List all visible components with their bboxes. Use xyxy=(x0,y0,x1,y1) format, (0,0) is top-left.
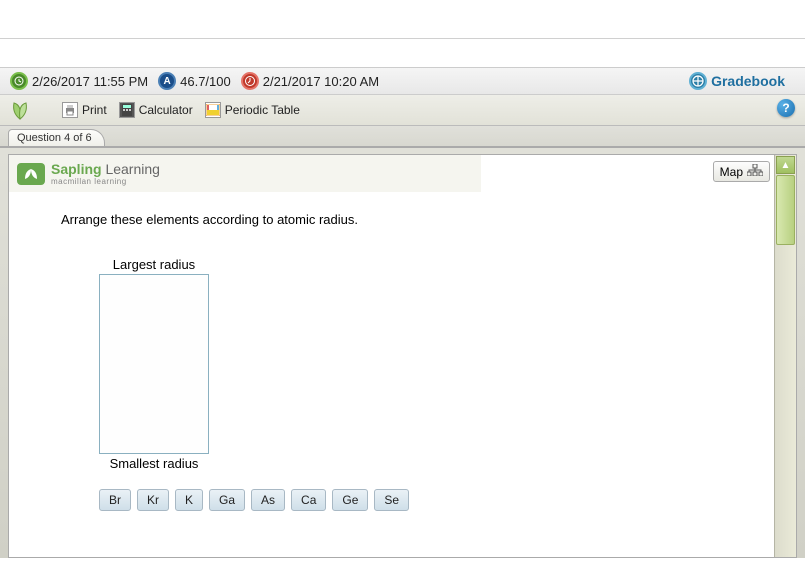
scroll-thumb[interactable] xyxy=(776,175,795,245)
element-tile[interactable]: Ge xyxy=(332,489,368,511)
brand-name-2: Learning xyxy=(102,161,160,177)
separator xyxy=(0,38,805,39)
brand-subtitle: macmillan learning xyxy=(51,177,160,186)
map-button[interactable]: Map xyxy=(713,161,770,182)
element-tile[interactable]: As xyxy=(251,489,285,511)
score-icon: A xyxy=(158,72,176,90)
bottom-rank-label: Smallest radius xyxy=(99,456,209,471)
content-wrap: Sapling Learning macmillan learning Map … xyxy=(0,148,805,558)
element-tile[interactable]: Br xyxy=(99,489,131,511)
element-tile[interactable]: Kr xyxy=(137,489,169,511)
start-date-text: 2/21/2017 10:20 AM xyxy=(263,74,379,89)
toolbar: Print Calculator Periodic Table ? xyxy=(0,95,805,126)
gradebook-label: Gradebook xyxy=(711,73,785,89)
brand-name-1: Sapling xyxy=(51,161,102,177)
calculator-button[interactable]: Calculator xyxy=(119,102,193,118)
periodic-table-icon xyxy=(205,102,221,118)
content-frame: Sapling Learning macmillan learning Map … xyxy=(8,154,797,558)
score-text: 46.7/100 xyxy=(180,74,231,89)
top-rank-label: Largest radius xyxy=(99,257,209,272)
element-tile[interactable]: Ga xyxy=(209,489,245,511)
clock-icon xyxy=(10,72,28,90)
due-date-text: 2/26/2017 11:55 PM xyxy=(32,74,148,89)
help-button[interactable]: ? xyxy=(777,99,795,117)
leaf-icon xyxy=(8,99,32,121)
vertical-scrollbar[interactable]: ▲ xyxy=(774,155,796,557)
brand-text: Sapling Learning macmillan learning xyxy=(51,161,160,186)
print-label: Print xyxy=(82,103,107,117)
question-body: Arrange these elements according to atom… xyxy=(9,192,796,523)
question-prompt: Arrange these elements according to atom… xyxy=(61,212,756,227)
start-date-item: 2/21/2017 10:20 AM xyxy=(241,72,379,90)
gradebook-link[interactable]: Gradebook xyxy=(689,72,785,90)
calendar-icon xyxy=(241,72,259,90)
info-bar: 2/26/2017 11:55 PM A 46.7/100 2/21/2017 … xyxy=(0,67,805,95)
sapling-logo-icon xyxy=(17,163,45,185)
question-tab-label: Question 4 of 6 xyxy=(17,132,92,144)
calculator-label: Calculator xyxy=(139,103,193,117)
brand-bar: Sapling Learning macmillan learning xyxy=(9,155,796,192)
periodic-table-button[interactable]: Periodic Table xyxy=(205,102,300,118)
tab-row: Question 4 of 6 xyxy=(0,126,805,148)
question-tab[interactable]: Question 4 of 6 xyxy=(8,129,105,146)
map-label: Map xyxy=(720,165,743,179)
help-icon: ? xyxy=(782,101,789,115)
ranking-area: Largest radius Smallest radius xyxy=(99,257,756,471)
scroll-up-arrow-icon[interactable]: ▲ xyxy=(776,156,795,174)
element-tile[interactable]: Ca xyxy=(291,489,326,511)
gradebook-icon xyxy=(689,72,707,90)
element-bank: Br Kr K Ga As Ca Ge Se xyxy=(99,489,756,511)
ranking-dropzone[interactable] xyxy=(99,274,209,454)
element-tile[interactable]: K xyxy=(175,489,203,511)
element-tile[interactable]: Se xyxy=(374,489,409,511)
printer-icon xyxy=(62,102,78,118)
print-button[interactable]: Print xyxy=(62,102,107,118)
calculator-icon xyxy=(119,102,135,118)
sitemap-icon xyxy=(747,164,763,179)
due-date-item: 2/26/2017 11:55 PM xyxy=(10,72,148,90)
score-item: A 46.7/100 xyxy=(158,72,231,90)
periodic-table-label: Periodic Table xyxy=(225,103,300,117)
